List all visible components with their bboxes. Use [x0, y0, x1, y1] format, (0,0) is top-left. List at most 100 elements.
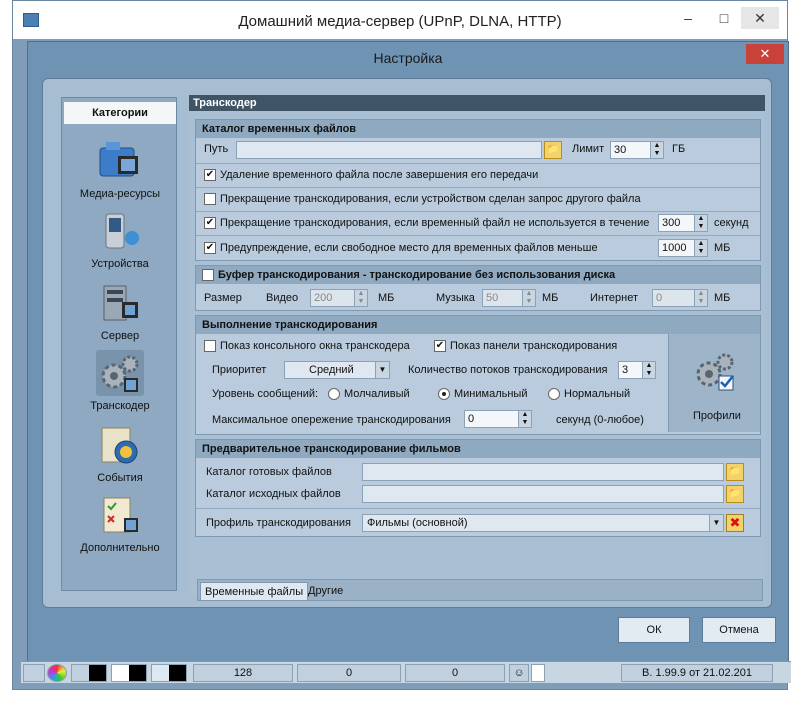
transcode-profile-select[interactable]: Фильмы (основной) ▼ [362, 514, 724, 532]
music-buffer-value: 50 [486, 292, 499, 304]
dialog-title: Настройка [373, 50, 443, 66]
video-buffer-value: 200 [314, 292, 333, 304]
sidebar-item-transcoder[interactable]: Транскодер [62, 350, 178, 420]
cancel-button[interactable]: Отмена [702, 617, 776, 643]
folder-icon[interactable]: 📁 [544, 141, 562, 159]
spin-arrows[interactable]: ▲ ▼ [694, 290, 707, 306]
message-level-label: Уровень сообщений: [212, 388, 319, 400]
sidebar-item-label: Транскодер [90, 400, 150, 412]
unused-seconds-stepper[interactable]: 300 ▲ ▼ [658, 214, 708, 232]
settings-dialog: Настройка ✕ Категории Медиа-ресурсы Устр… [27, 41, 789, 663]
path-input[interactable] [236, 141, 542, 159]
threads-stepper[interactable]: 3 ▲ ▼ [618, 361, 656, 379]
sidebar-item-media[interactable]: Медиа-ресурсы [62, 138, 178, 208]
profiles-button[interactable]: Профили [668, 334, 760, 432]
stop-on-request-label: Прекращение транскодирования, если устро… [220, 193, 641, 205]
minimize-icon[interactable]: – [669, 7, 707, 29]
temp-catalog-group: Каталог временных файлов Путь 📁 Лимит 30… [195, 119, 761, 261]
ready-dir-input[interactable] [362, 463, 724, 481]
priority-label: Приоритет [212, 364, 267, 376]
sidebar-item-label: Дополнительно [80, 542, 160, 554]
status-value-3: 0 [405, 664, 505, 682]
ok-button[interactable]: ОК [618, 617, 690, 643]
spin-arrows[interactable]: ▲ ▼ [522, 290, 535, 306]
color-swatch-3[interactable] [151, 664, 187, 682]
priority-value: Средний [309, 364, 354, 376]
opt-warning-row: ✔ Предупреждение, если свободное место д… [196, 235, 760, 260]
pre-transcode-group: Предварительное транскодирование фильмов… [195, 439, 761, 537]
level-silent-radio[interactable] [328, 388, 340, 400]
transcode-profile-label: Профиль транскодирования [206, 517, 352, 529]
status-blank [23, 664, 45, 682]
folder-icon[interactable]: 📁 [726, 485, 744, 503]
buffer-header: Буфер транскодирования - транскодировани… [196, 266, 760, 284]
spin-arrows[interactable]: ▲ ▼ [642, 362, 655, 378]
sidebar-item-devices[interactable]: Устройства [62, 208, 178, 278]
dialog-close-button[interactable]: ✕ [746, 44, 784, 64]
main-window: Домашний медиа-сервер (UPnP, DLNA, HTTP)… [12, 0, 791, 690]
limit-label: Лимит [572, 143, 605, 155]
delete-temp-checkbox[interactable]: ✔ [204, 169, 216, 181]
checklist-icon [103, 497, 138, 533]
ready-dir-label: Каталог готовых файлов [206, 466, 332, 478]
priority-select[interactable]: Средний ▼ [284, 361, 390, 379]
film-folder-icon [99, 142, 138, 177]
buffer-checkbox[interactable] [202, 269, 214, 281]
level-normal-radio[interactable] [548, 388, 560, 400]
events-icon [101, 427, 138, 464]
folder-icon[interactable]: 📁 [726, 463, 744, 481]
sidebar-item-events[interactable]: События [62, 422, 178, 492]
maximize-icon[interactable]: □ [705, 7, 743, 29]
spin-arrows[interactable]: ▲ ▼ [694, 240, 707, 256]
stop-unused-checkbox[interactable]: ✔ [204, 217, 216, 229]
video-label: Видео [266, 292, 299, 304]
internet-buffer-stepper[interactable]: 0 ▲ ▼ [652, 289, 708, 307]
color-wheel-icon[interactable] [47, 664, 67, 682]
chevron-down-icon[interactable]: ▼ [375, 362, 389, 378]
device-icon [105, 213, 139, 249]
group-title: Выполнение транскодирования [196, 316, 760, 334]
sidebar-item-advanced[interactable]: Дополнительно [62, 492, 178, 562]
execution-group: Выполнение транскодирования Показ консол… [195, 315, 761, 435]
version-text: В. 1.99.9 от 21.02.201 [621, 664, 773, 682]
stop-on-request-checkbox[interactable] [204, 193, 216, 205]
transcode-panel-checkbox[interactable]: ✔ [434, 340, 446, 352]
source-dir-input[interactable] [362, 485, 724, 503]
max-ahead-stepper[interactable]: 0 ▲ ▼ [464, 410, 532, 428]
transcode-profile-value: Фильмы (основной) [367, 517, 468, 529]
status-checkbox[interactable] [531, 664, 545, 682]
spin-arrows[interactable]: ▲ ▼ [650, 142, 663, 158]
limit-value: 30 [614, 144, 627, 156]
threads-value: 3 [622, 364, 629, 376]
level-normal-label: Нормальный [564, 388, 631, 400]
limit-stepper[interactable]: 30 ▲ ▼ [610, 141, 664, 159]
level-minimal-radio[interactable] [438, 388, 450, 400]
spin-arrows[interactable]: ▲ ▼ [694, 215, 707, 231]
opt-stop-request-row: Прекращение транскодирования, если устро… [196, 187, 760, 210]
dialog-titlebar: Настройка ✕ [28, 42, 788, 74]
main-titlebar: Домашний медиа-сервер (UPnP, DLNA, HTTP)… [13, 1, 787, 39]
chevron-down-icon[interactable]: ▼ [709, 515, 723, 531]
buffer-group: Буфер транскодирования - транскодировани… [195, 265, 761, 311]
color-swatch-1[interactable] [71, 664, 107, 682]
size-label: Размер [204, 292, 242, 304]
path-label: Путь [204, 143, 229, 155]
low-space-checkbox[interactable]: ✔ [204, 242, 216, 254]
color-swatch-2[interactable] [111, 664, 147, 682]
dialog-body: Категории Медиа-ресурсы Устройства Серве… [42, 78, 772, 608]
tab-other[interactable]: Другие [304, 582, 347, 600]
spin-arrows[interactable]: ▲ ▼ [354, 290, 367, 306]
categories-sidebar: Категории Медиа-ресурсы Устройства Серве… [61, 97, 177, 591]
delete-icon[interactable]: ✖ [726, 514, 744, 532]
close-icon[interactable]: ✕ [741, 7, 779, 29]
low-space-stepper[interactable]: 1000 ▲ ▼ [658, 239, 708, 257]
console-window-checkbox[interactable] [204, 340, 216, 352]
user-icon: ☺ [509, 664, 529, 682]
low-space-value: 1000 [662, 242, 687, 254]
sidebar-item-label: Сервер [100, 330, 140, 342]
music-buffer-stepper[interactable]: 50 ▲ ▼ [482, 289, 536, 307]
video-buffer-stepper[interactable]: 200 ▲ ▼ [310, 289, 368, 307]
spin-arrows[interactable]: ▲ ▼ [518, 411, 531, 427]
tab-temp-files[interactable]: Временные файлы [200, 582, 309, 600]
sidebar-item-server[interactable]: Сервер [62, 280, 178, 350]
